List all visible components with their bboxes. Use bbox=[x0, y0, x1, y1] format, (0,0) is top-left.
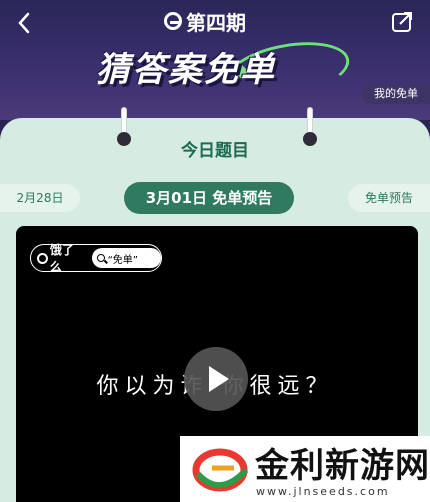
my-free-order-button[interactable]: 我的免单 bbox=[362, 84, 430, 104]
brand-name: 饿了么 bbox=[49, 243, 74, 274]
watermark-url: www.jlnseeds.com bbox=[256, 485, 390, 498]
back-button[interactable] bbox=[14, 10, 36, 36]
tab-prev-date[interactable]: 2月28日 bbox=[0, 184, 80, 212]
brand-logo: 饿了么 bbox=[37, 241, 86, 275]
search-text: “免单” bbox=[107, 254, 138, 266]
eleme-logo-icon bbox=[37, 252, 48, 264]
watermark-logo-icon bbox=[192, 448, 249, 492]
search-icon bbox=[96, 254, 105, 262]
share-icon bbox=[392, 12, 412, 32]
tab-current-date[interactable]: 3月01日 免单预告 bbox=[124, 182, 294, 214]
page-title: 猜答案免单 bbox=[96, 50, 276, 90]
share-button[interactable] bbox=[390, 10, 414, 34]
issue-text: 第四期 bbox=[186, 10, 246, 35]
tab-next-preview[interactable]: 免单预告 bbox=[348, 184, 430, 212]
date-tabs: 2月28日 3月01日 免单预告 免单预告 bbox=[0, 182, 430, 214]
card-heading: 今日题目 bbox=[181, 141, 249, 161]
chevron-left-icon bbox=[18, 12, 30, 34]
watermark-name: 金利新游网 bbox=[255, 446, 430, 486]
issue-label: 第四期 bbox=[164, 8, 246, 35]
video-brand-pill: 饿了么 “免单” bbox=[30, 241, 162, 275]
eleme-logo-icon bbox=[164, 12, 182, 30]
play-button[interactable] bbox=[184, 347, 248, 411]
search-box: “免单” bbox=[91, 248, 161, 268]
